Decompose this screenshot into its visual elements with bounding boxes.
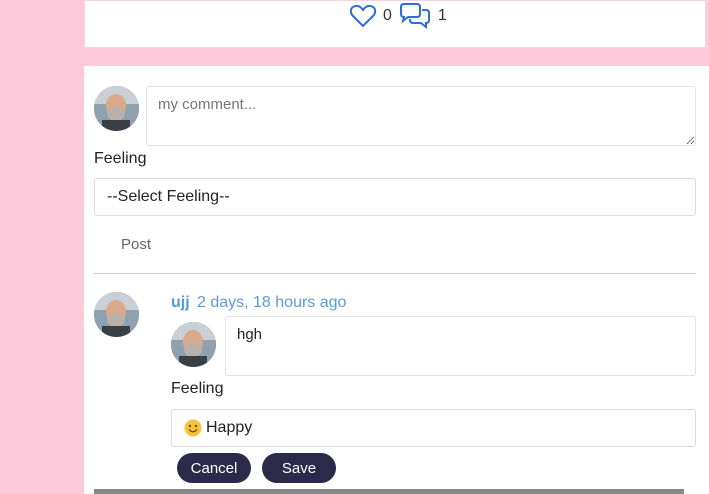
feeling-select[interactable]: --Select Feeling-- bbox=[94, 178, 696, 216]
post-card: 0 1 bbox=[84, 0, 706, 48]
avatar bbox=[171, 322, 216, 367]
comment-timestamp[interactable]: 2 days, 18 hours ago bbox=[197, 294, 346, 312]
comment-input[interactable] bbox=[146, 86, 696, 146]
comment-username[interactable]: ujj bbox=[171, 294, 190, 312]
avatar bbox=[94, 86, 139, 131]
feeling-value: Happy bbox=[206, 419, 253, 436]
comments-icon[interactable] bbox=[398, 2, 432, 30]
happy-emoji-icon bbox=[184, 419, 202, 437]
reply-edit-input[interactable]: hgh bbox=[225, 316, 696, 376]
feeling-label: Feeling bbox=[94, 150, 147, 167]
post-button[interactable]: Post bbox=[121, 236, 151, 253]
save-button[interactable]: Save bbox=[262, 453, 336, 483]
post-stats: 0 1 bbox=[349, 1, 453, 31]
likes-count: 0 bbox=[383, 7, 392, 24]
feeling-select[interactable]: Happy bbox=[171, 409, 696, 447]
comments-section: Feeling --Select Feeling-- Post ujj 2 da… bbox=[84, 66, 709, 494]
heart-icon[interactable] bbox=[349, 2, 377, 30]
divider bbox=[94, 273, 696, 274]
cancel-button[interactable]: Cancel bbox=[177, 453, 251, 483]
comments-count: 1 bbox=[437, 7, 447, 24]
horizontal-scrollbar[interactable] bbox=[94, 489, 684, 494]
left-sidebar-strip bbox=[0, 0, 82, 494]
feeling-label: Feeling bbox=[171, 380, 224, 397]
avatar bbox=[94, 292, 139, 337]
